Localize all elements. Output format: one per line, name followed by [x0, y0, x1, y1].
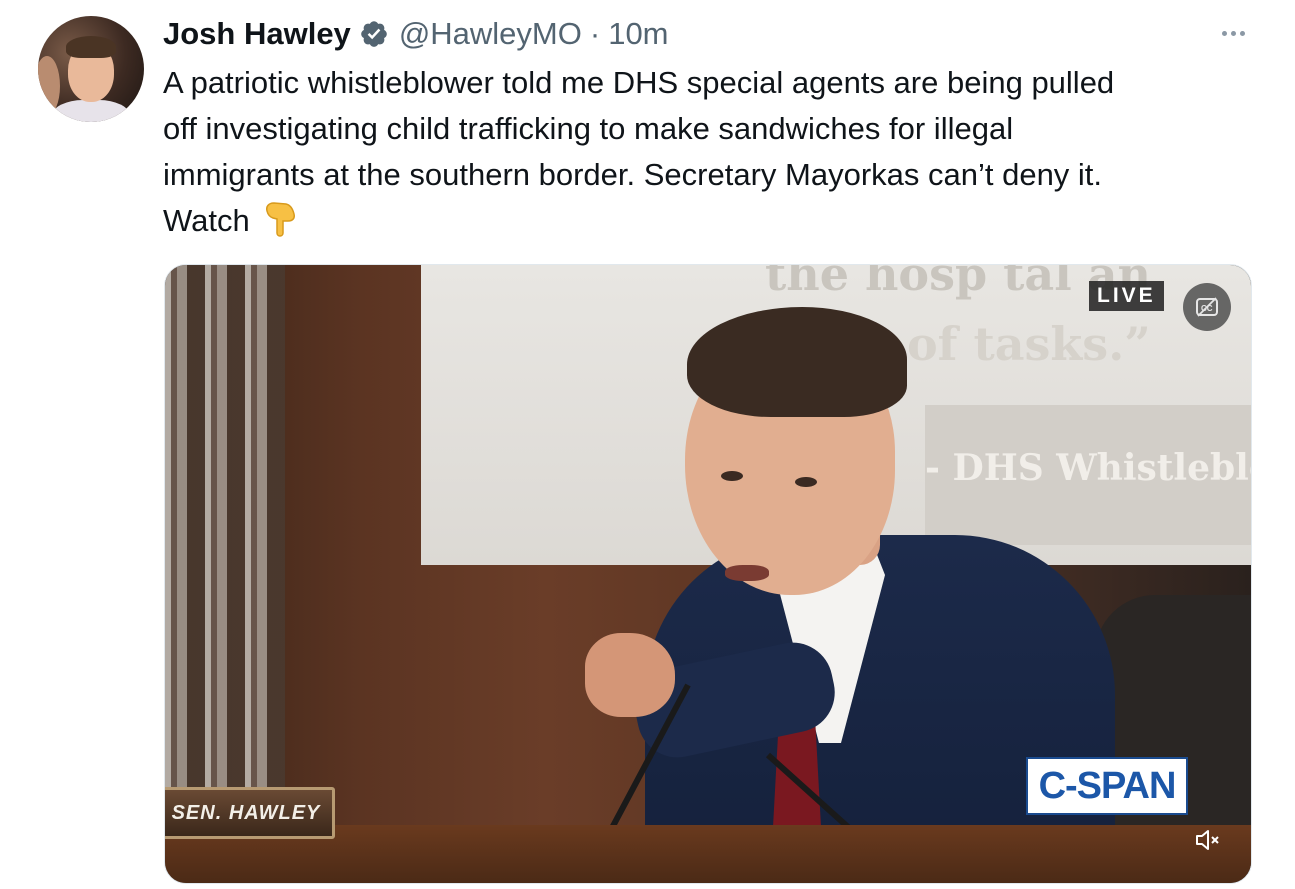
live-badge: LIVE — [1089, 281, 1164, 311]
header-separator: · — [589, 16, 601, 51]
board-quote: of tasks.” — [907, 317, 1151, 371]
more-dot-icon — [1230, 30, 1236, 36]
author-name[interactable]: Josh Hawley — [163, 16, 351, 52]
senator-nameplate: SEN. HAWLEY — [165, 787, 335, 839]
video-player[interactable]: the hosp tal an of tasks.” - DHS Whistle… — [164, 264, 1252, 884]
speaker-mouth — [725, 565, 769, 581]
volume-muted-icon — [1196, 830, 1219, 850]
author-avatar[interactable] — [38, 16, 144, 122]
mute-button[interactable] — [1191, 825, 1225, 855]
avatar-hair — [66, 36, 116, 58]
speaker-hand — [585, 633, 675, 717]
tweet-text: A patriotic whistleblower told me DHS sp… — [163, 65, 1115, 238]
tweet-header: Josh Hawley @HawleyMO · 10m — [163, 12, 669, 56]
pointing-down-icon — [265, 202, 295, 237]
more-dot-icon — [1221, 30, 1227, 36]
avatar-shirt — [52, 100, 130, 122]
more-options-button[interactable] — [1214, 18, 1252, 48]
author-handle[interactable]: @HawleyMO — [399, 16, 582, 52]
tweet-body: A patriotic whistleblower told me DHS sp… — [163, 60, 1243, 244]
closed-captions-icon: CC — [1196, 297, 1218, 317]
board-attribution: - DHS Whistleblow — [925, 447, 1251, 489]
closed-captions-button[interactable]: CC — [1183, 283, 1231, 331]
cspan-logo: C-SPAN — [1026, 757, 1188, 815]
more-dot-icon — [1239, 30, 1245, 36]
speaker-eye — [795, 477, 817, 487]
speaker-eye — [721, 471, 743, 481]
verified-badge-icon — [361, 21, 387, 47]
tweet-timestamp[interactable]: 10m — [608, 16, 668, 52]
speaker-hair — [687, 307, 907, 417]
